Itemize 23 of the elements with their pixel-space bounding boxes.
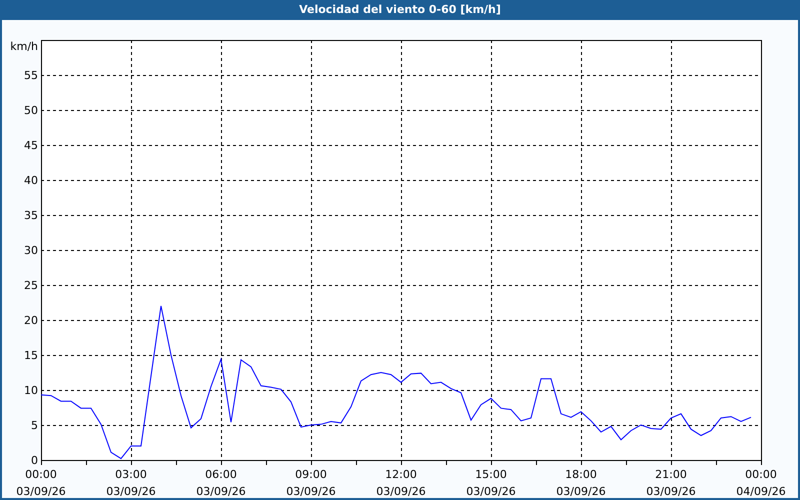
y-tick-label: 15 — [24, 349, 38, 362]
x-tick-label: 03:00 03/09/26 — [106, 468, 156, 498]
y-tick-label: 5 — [31, 419, 38, 432]
x-tick-label: 15:00 03/09/26 — [466, 468, 516, 498]
chart-title: Velocidad del viento 0-60 [km/h] — [2, 0, 798, 20]
y-tick-label: 20 — [24, 314, 38, 327]
y-tick-label: 0 — [31, 454, 38, 467]
y-axis-label: km/h — [10, 40, 38, 53]
y-tick-label: 50 — [24, 104, 38, 117]
y-tick-label: 30 — [24, 244, 38, 257]
y-tick-label: 25 — [24, 279, 38, 292]
y-tick-label: 10 — [24, 384, 38, 397]
y-tick-label: 35 — [24, 209, 38, 222]
x-tick-label: 00:00 04/09/26 — [736, 468, 786, 498]
x-tick-label: 00:00 03/09/26 — [16, 468, 66, 498]
x-tick-label: 09:00 03/09/26 — [286, 468, 336, 498]
y-tick-label: 40 — [24, 174, 38, 187]
y-tick-label: 45 — [24, 139, 38, 152]
x-tick-label: 12:00 03/09/26 — [376, 468, 426, 498]
x-tick-label: 06:00 03/09/26 — [196, 468, 246, 498]
x-tick-label: 18:00 03/09/26 — [556, 468, 606, 498]
x-tick-label: 21:00 03/09/26 — [646, 468, 696, 498]
y-tick-label: 55 — [24, 69, 38, 82]
